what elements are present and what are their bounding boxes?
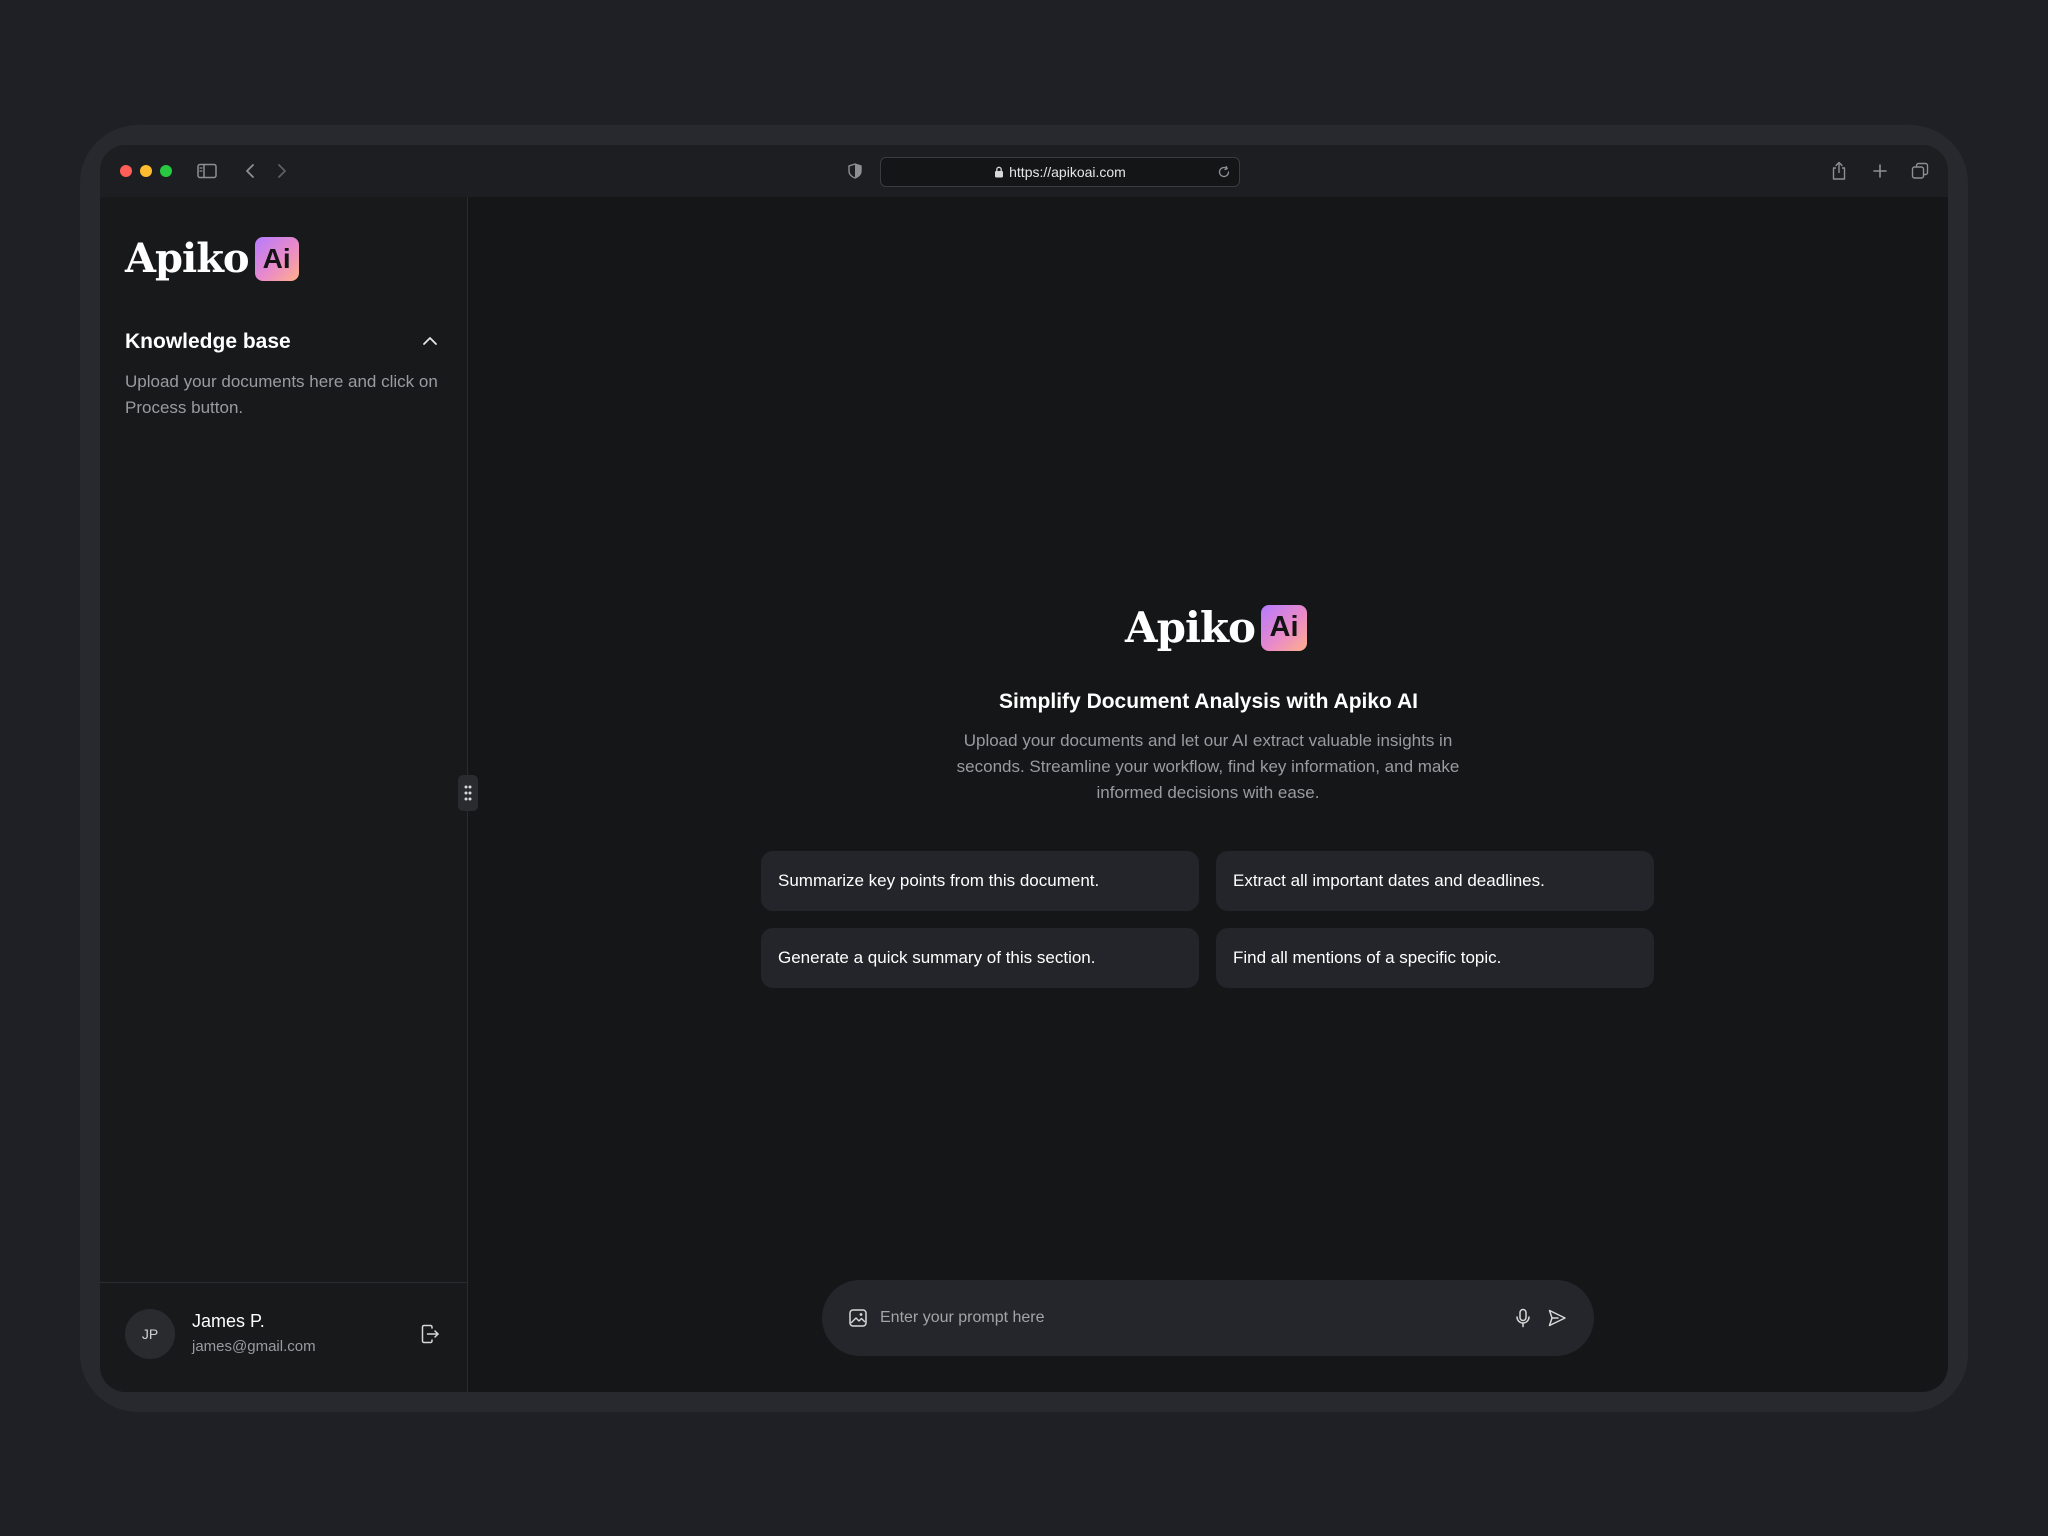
suggestion-chip[interactable]: Summarize key points from this document. — [761, 851, 1199, 911]
logo-wordmark: Apiko — [125, 235, 250, 282]
main-content: Apiko Ai Simplify Document Analysis with… — [469, 197, 1948, 1392]
microphone-icon[interactable] — [1512, 1307, 1534, 1329]
browser-window: https://apikoai.com Apiko Ai Knowledge b… — [100, 145, 1948, 1392]
sidebar-logo[interactable]: Apiko Ai — [125, 235, 299, 282]
user-email: james@gmail.com — [192, 1338, 316, 1355]
logo-badge: Ai — [1261, 604, 1308, 651]
suggestion-chip[interactable]: Generate a quick summary of this section… — [761, 928, 1199, 988]
page-title: Simplify Document Analysis with Apiko AI — [999, 690, 1418, 713]
knowledge-base-description: Upload your documents here and click on … — [125, 372, 438, 417]
url-text: https://apikoai.com — [1009, 164, 1126, 180]
lock-icon — [994, 166, 1004, 178]
prompt-bar — [822, 1280, 1594, 1356]
page-subtitle: Upload your documents and let our AI ext… — [956, 731, 1460, 802]
back-icon[interactable] — [238, 159, 262, 183]
share-icon[interactable] — [1827, 159, 1851, 183]
send-icon[interactable] — [1546, 1307, 1568, 1329]
prompt-input[interactable] — [880, 1298, 1480, 1338]
logo-wordmark: Apiko — [1125, 603, 1256, 652]
address-bar[interactable]: https://apikoai.com — [880, 157, 1240, 187]
image-upload-icon[interactable] — [848, 1308, 868, 1328]
maximize-window-button[interactable] — [160, 165, 172, 177]
reload-icon[interactable] — [1217, 165, 1231, 179]
chevron-up-icon[interactable] — [418, 329, 442, 353]
shield-icon[interactable] — [843, 159, 867, 183]
suggestion-chip[interactable]: Extract all important dates and deadline… — [1216, 851, 1654, 911]
forward-icon[interactable] — [270, 159, 294, 183]
tabs-icon[interactable] — [1908, 159, 1932, 183]
knowledge-base-title: Knowledge base — [125, 330, 291, 353]
logout-icon[interactable] — [418, 1322, 442, 1346]
user-panel: JP James P. james@gmail.com — [100, 1282, 467, 1392]
suggestion-chip[interactable]: Find all mentions of a specific topic. — [1216, 928, 1654, 988]
plus-icon[interactable] — [1868, 159, 1892, 183]
avatar[interactable]: JP — [125, 1309, 175, 1359]
main-logo: Apiko Ai — [1125, 603, 1308, 652]
logo-badge: Ai — [254, 236, 299, 281]
close-window-button[interactable] — [120, 165, 132, 177]
browser-toolbar: https://apikoai.com — [100, 145, 1948, 197]
sidebar-toggle-icon[interactable] — [195, 159, 219, 183]
minimize-window-button[interactable] — [140, 165, 152, 177]
sidebar: Apiko Ai Knowledge base Upload your docu… — [100, 197, 468, 1392]
user-name: James P. — [192, 1311, 265, 1331]
